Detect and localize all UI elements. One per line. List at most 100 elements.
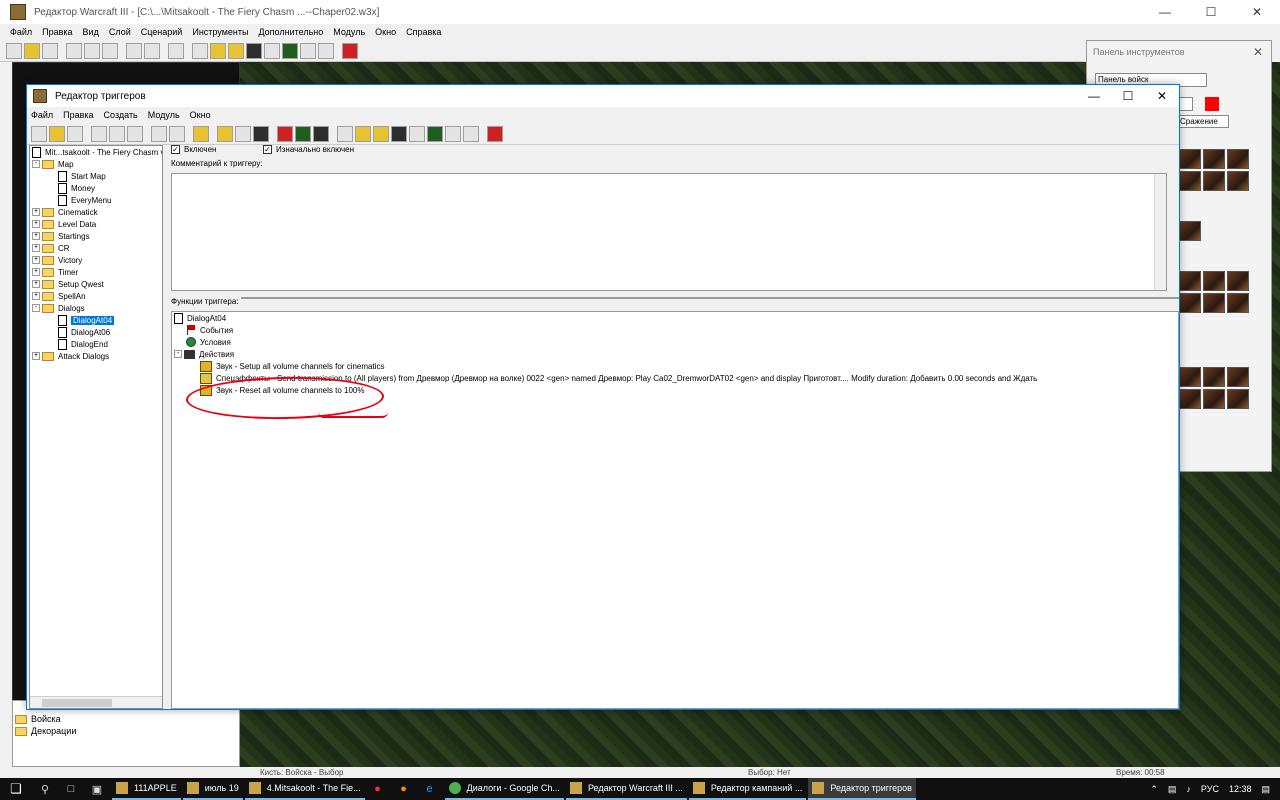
trigger-minimize-button[interactable]: — xyxy=(1077,85,1111,107)
tree-folder-cr[interactable]: + CR xyxy=(32,242,70,254)
expand-icon[interactable]: + xyxy=(32,256,40,264)
menu-layer[interactable]: Слой xyxy=(109,27,131,37)
trigger-menu-module[interactable]: Модуль xyxy=(148,110,180,120)
menu-file[interactable]: Файл xyxy=(10,27,32,37)
new-action-icon[interactable] xyxy=(313,125,329,142)
task-google-chrome[interactable]: Диалоги - Google Ch... xyxy=(444,778,564,800)
clock[interactable]: 12:38 xyxy=(1229,784,1252,794)
tree-trigger-dialogat06[interactable]: DialogAt06 xyxy=(58,326,110,338)
functions-trigger-node[interactable]: DialogAt04 xyxy=(174,312,226,324)
pane-splitter[interactable] xyxy=(171,297,1179,299)
unit-tile[interactable] xyxy=(1179,367,1201,387)
terrain-icon[interactable] xyxy=(192,42,208,59)
object-icon[interactable] xyxy=(246,42,262,59)
network-icon[interactable]: ▤ xyxy=(1168,784,1177,795)
camera-icon[interactable] xyxy=(264,42,280,59)
ai-icon[interactable] xyxy=(445,125,461,142)
new-trigger-icon[interactable] xyxy=(235,125,251,142)
unit-tile[interactable] xyxy=(1203,149,1225,169)
task-view-icon[interactable]: □ xyxy=(58,778,84,800)
unit-tile[interactable] xyxy=(1227,389,1249,409)
opera-icon[interactable]: ● xyxy=(365,778,391,800)
unit-tile[interactable] xyxy=(1203,271,1225,291)
store-icon[interactable]: ▣ xyxy=(84,778,110,800)
new-comment-icon[interactable] xyxy=(253,125,269,142)
tree-folder-timer[interactable]: + Timer xyxy=(32,266,78,278)
unit-tile[interactable] xyxy=(1179,171,1201,191)
expand-icon[interactable]: + xyxy=(32,292,40,300)
tree-trigger-money[interactable]: Money xyxy=(58,182,95,194)
test-map-icon[interactable] xyxy=(342,42,358,59)
search-icon[interactable]: ⚲ xyxy=(32,778,58,800)
undo-icon[interactable] xyxy=(126,42,142,59)
trigger-menu-create[interactable]: Создать xyxy=(104,110,138,120)
windows-start-icon[interactable]: ❏ xyxy=(0,778,32,800)
sound-icon[interactable] xyxy=(373,125,389,142)
notifications-icon[interactable]: ▤ xyxy=(1261,784,1270,795)
volume-icon[interactable]: ♪ xyxy=(1186,784,1191,794)
comment-textarea[interactable] xyxy=(171,173,1167,291)
campaign-icon[interactable] xyxy=(318,42,334,59)
edge-icon[interactable]: e xyxy=(417,778,443,800)
tree-trigger-dialogend[interactable]: DialogEnd xyxy=(58,338,108,350)
language-indicator[interactable]: РУС xyxy=(1201,784,1219,794)
action-row-setup-volume[interactable]: Звук - Setup all volume channels for cin… xyxy=(200,360,384,372)
camera-icon[interactable] xyxy=(409,125,425,142)
unit-set-dropdown[interactable]: Сражение xyxy=(1177,115,1229,128)
task-111apple[interactable]: 111APPLE xyxy=(112,778,181,800)
menu-view[interactable]: Вид xyxy=(83,27,99,37)
palette-item-doodads[interactable]: Декорации xyxy=(13,725,239,737)
task-warcraft-editor[interactable]: Редактор Warcraft III ... xyxy=(565,778,687,800)
tree-folder-startings[interactable]: + Startings xyxy=(32,230,90,242)
expand-icon[interactable]: + xyxy=(32,244,40,252)
new-event-icon[interactable] xyxy=(277,125,293,142)
new-icon[interactable] xyxy=(31,125,47,142)
menu-module[interactable]: Модуль xyxy=(333,27,365,37)
paste-icon[interactable] xyxy=(102,42,118,59)
tree-horizontal-scrollbar[interactable] xyxy=(30,696,162,708)
paste-icon[interactable] xyxy=(127,125,143,142)
task-july-19[interactable]: июль 19 xyxy=(182,778,243,800)
collapse-icon[interactable]: - xyxy=(32,304,40,312)
expand-icon[interactable]: + xyxy=(32,352,40,360)
unit-tile[interactable] xyxy=(1203,367,1225,387)
initially-on-checkbox[interactable]: ✓ Изначально включен xyxy=(263,145,354,154)
unit-tile[interactable] xyxy=(1179,271,1201,291)
tree-folder-cinematick[interactable]: + Cinematick xyxy=(32,206,98,218)
comment-scrollbar[interactable] xyxy=(1154,174,1166,290)
unit-tile[interactable] xyxy=(1179,149,1201,169)
tree-folder-spellan[interactable]: + SpellAn xyxy=(32,290,86,302)
unit-tile[interactable] xyxy=(1203,171,1225,191)
collapse-icon[interactable]: - xyxy=(32,160,40,168)
open-icon[interactable] xyxy=(24,42,40,59)
copy-icon[interactable] xyxy=(109,125,125,142)
unit-tile[interactable] xyxy=(1179,389,1201,409)
open-icon[interactable] xyxy=(49,125,65,142)
tool-panel-close-icon[interactable]: ✕ xyxy=(1253,45,1263,59)
tree-root[interactable]: Mit...tsakoolt - The Fiery Chasm v xyxy=(32,146,162,158)
task-campaign-editor[interactable]: Редактор кампаний ... xyxy=(688,778,807,800)
save-icon[interactable] xyxy=(67,125,83,142)
terrain-icon[interactable] xyxy=(337,125,353,142)
tree-trigger-everymenu[interactable]: EveryMenu xyxy=(58,194,111,206)
new-condition-icon[interactable] xyxy=(295,125,311,142)
maximize-button[interactable]: ☐ xyxy=(1188,0,1234,24)
unit-tile[interactable] xyxy=(1227,367,1249,387)
import-icon[interactable] xyxy=(427,125,443,142)
functions-actions-node[interactable]: - Действия xyxy=(174,348,234,360)
tree-trigger-dialogat04[interactable]: DialogAt04 xyxy=(58,314,115,326)
trigger-maximize-button[interactable]: ☐ xyxy=(1111,85,1145,107)
sound-icon[interactable] xyxy=(228,42,244,59)
unit-tile[interactable] xyxy=(1203,293,1225,313)
trigger-menu-file[interactable]: Файл xyxy=(31,110,53,120)
new-category-icon[interactable] xyxy=(217,125,233,142)
unit-tile[interactable] xyxy=(1179,221,1201,241)
palette-item-units[interactable]: Войска xyxy=(13,713,239,725)
expand-icon[interactable]: + xyxy=(32,232,40,240)
task-mitsakoolt[interactable]: 4.Mitsakoolt - The Fie... xyxy=(244,778,365,800)
unit-tile[interactable] xyxy=(1203,389,1225,409)
functions-events-node[interactable]: События xyxy=(186,324,233,336)
expand-icon[interactable]: + xyxy=(32,280,40,288)
scrollbar-thumb[interactable] xyxy=(42,699,112,707)
new-icon[interactable] xyxy=(6,42,22,59)
